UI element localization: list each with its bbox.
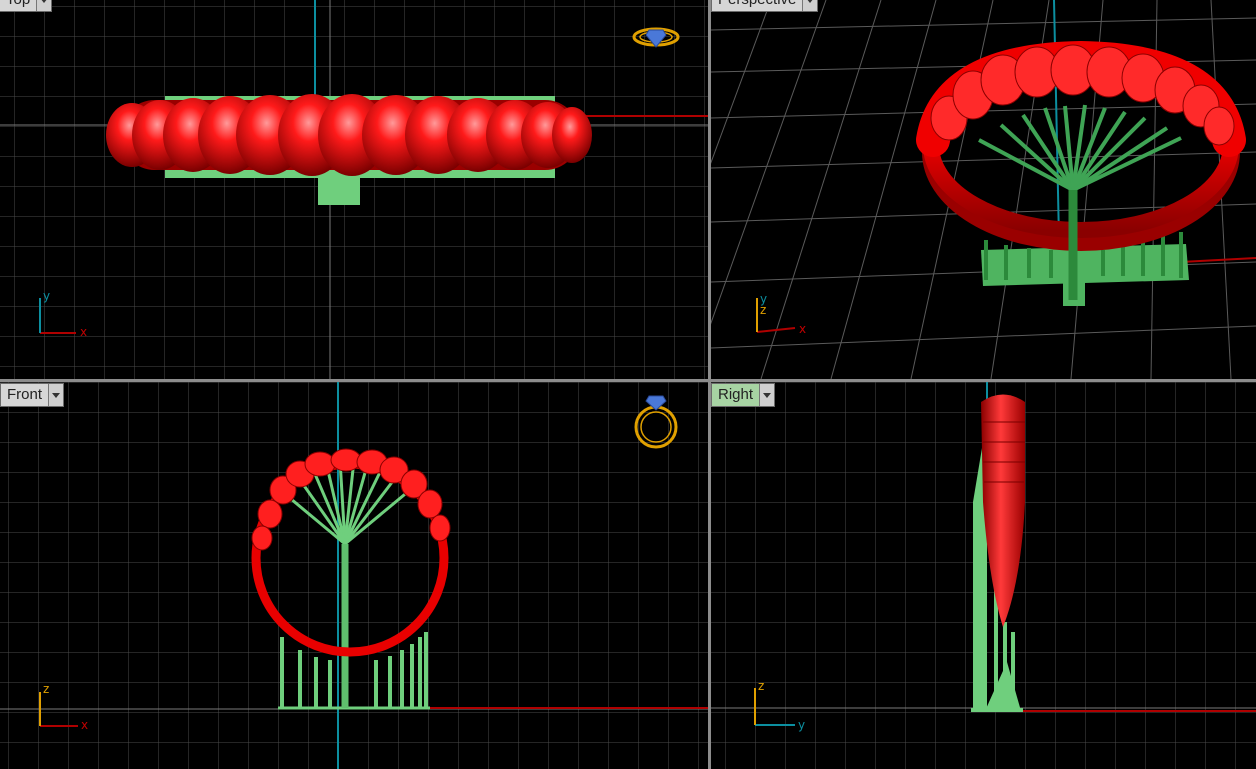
axis-y-label: y bbox=[43, 289, 50, 303]
viewport-label-top[interactable]: Top bbox=[0, 0, 53, 12]
z-axis-line bbox=[1053, 0, 1060, 241]
x-axis-line bbox=[1180, 257, 1256, 263]
axis-x-label: x bbox=[799, 322, 806, 336]
viewport-perspective[interactable]: x y z bbox=[711, 0, 1256, 379]
perspective-view-scene: x y z bbox=[711, 0, 1256, 379]
ring-band bbox=[106, 94, 592, 176]
axis-y-label: y bbox=[798, 718, 805, 732]
ring-top-view-icon bbox=[632, 27, 680, 48]
viewport-label-front[interactable]: Front bbox=[0, 383, 65, 407]
viewport-right[interactable]: y z bbox=[711, 382, 1256, 769]
viewport-splitter-horizontal[interactable] bbox=[0, 379, 1256, 382]
dropdown-arrow-icon[interactable] bbox=[802, 0, 818, 11]
dropdown-arrow-icon[interactable] bbox=[48, 384, 64, 406]
grid bbox=[0, 382, 708, 769]
viewport-top[interactable]: x y bbox=[0, 0, 708, 379]
axis-z-label: z bbox=[758, 679, 764, 693]
viewport-label-right[interactable]: Right bbox=[711, 383, 776, 407]
viewport-label-text: Perspective bbox=[712, 0, 803, 11]
viewport-front[interactable]: x z bbox=[0, 382, 708, 769]
front-view-scene: x z bbox=[0, 382, 708, 769]
viewport-label-text: Right bbox=[712, 384, 760, 406]
right-view-scene: y z bbox=[711, 382, 1256, 769]
viewport-label-text: Top bbox=[0, 0, 37, 11]
ring-band bbox=[916, 40, 1246, 251]
dropdown-arrow-icon[interactable] bbox=[759, 384, 775, 406]
top-view-scene: x y bbox=[0, 0, 708, 379]
viewport-label-perspective[interactable]: Perspective bbox=[711, 0, 819, 12]
axis-z-label: z bbox=[760, 303, 766, 317]
dropdown-arrow-icon[interactable] bbox=[36, 0, 52, 11]
viewport-label-text: Front bbox=[1, 384, 49, 406]
axis-x-label: x bbox=[81, 718, 88, 732]
axis-z-label: z bbox=[43, 682, 49, 696]
axis-x-label: x bbox=[80, 325, 87, 339]
